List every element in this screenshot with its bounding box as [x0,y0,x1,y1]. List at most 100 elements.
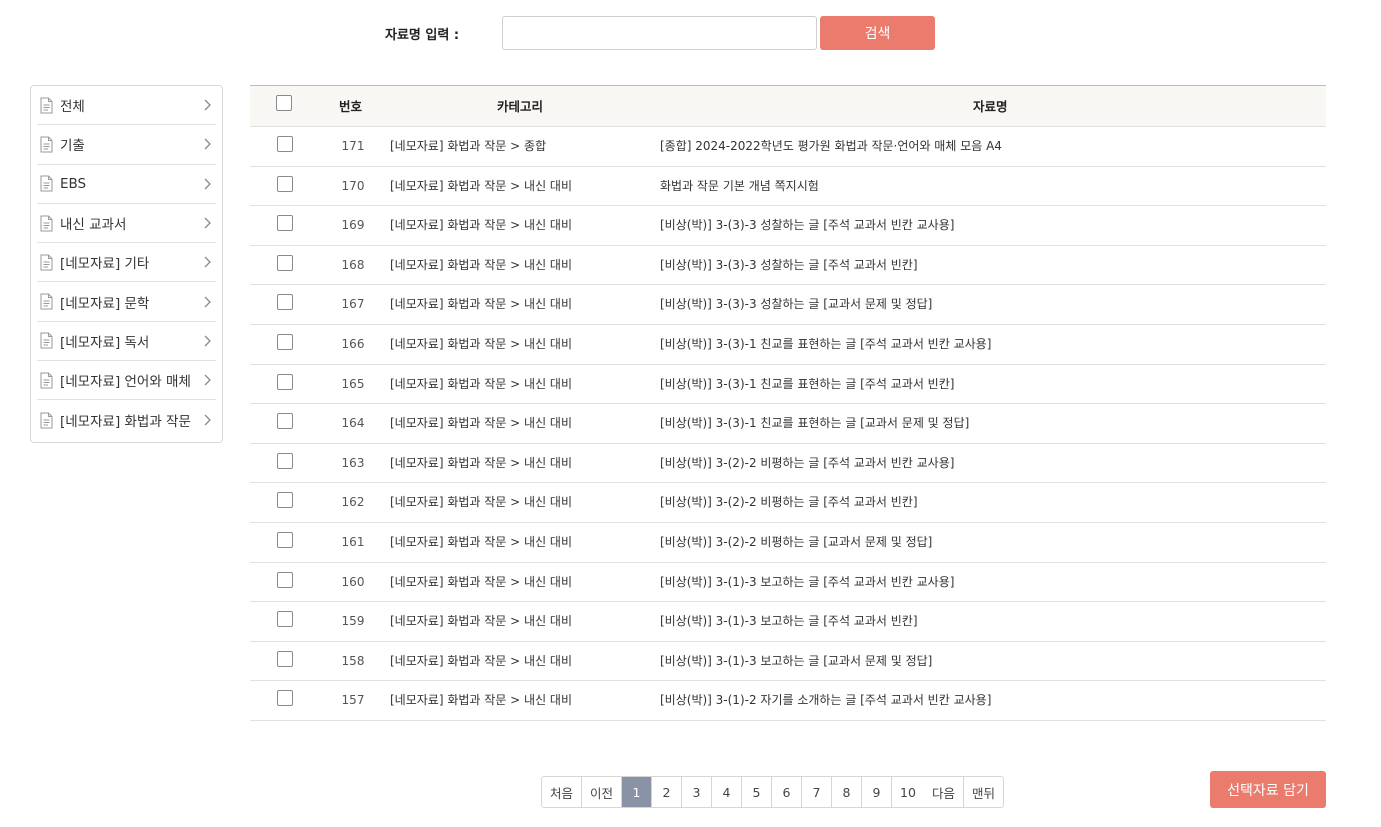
sidebar-item[interactable]: 내신 교과서 [37,204,216,244]
row-checkbox[interactable] [277,373,293,390]
header-category: 카테고리 [497,99,544,114]
document-icon [40,254,53,271]
page-number-button[interactable]: 9 [862,777,893,807]
sidebar-item[interactable]: [네모자료] 독서 [37,322,216,362]
sidebar-item-label: [네모자료] 문학 [60,295,150,312]
table-row: 166 [네모자료] 화법과 작문 > 내신 대비 [비상(박)] 3-(3)-1 … [250,325,1326,365]
row-number: 163 [341,455,365,470]
row-name-link[interactable]: [비상(박)] 3-(3)-3 성찰하는 글 [주석 교과서 빈칸 교사용] [660,206,954,246]
page-last-button[interactable]: 맨뒤 [963,777,1003,807]
row-category: [네모자료] 화법과 작문 > 내신 대비 [390,574,573,589]
chevron-right-icon [204,138,211,150]
row-category: [네모자료] 화법과 작문 > 내신 대비 [390,218,573,233]
sidebar-item[interactable]: [네모자료] 화법과 작문 [37,400,216,439]
row-name-link[interactable]: [비상(박)] 3-(3)-1 친교를 표현하는 글 [교과서 문제 및 정답] [660,404,969,444]
row-checkbox[interactable] [277,294,293,311]
document-icon [40,136,53,153]
page-number-button[interactable]: 7 [802,777,833,807]
row-number: 162 [341,495,365,510]
header-number: 번호 [339,99,363,114]
sidebar-item[interactable]: [네모자료] 기타 [37,243,216,283]
row-checkbox[interactable] [277,413,293,430]
row-category: [네모자료] 화법과 작문 > 내신 대비 [390,693,573,708]
row-checkbox[interactable] [277,611,293,628]
row-name-link[interactable]: [비상(박)] 3-(2)-2 비평하는 글 [주석 교과서 빈칸 교사용] [660,444,954,484]
sidebar-item-label: EBS [60,175,87,192]
row-category: [네모자료] 화법과 작문 > 내신 대비 [390,178,573,193]
chevron-right-icon [204,414,211,426]
chevron-right-icon [204,374,211,386]
row-checkbox[interactable] [277,492,293,509]
row-checkbox[interactable] [277,175,293,192]
row-checkbox[interactable] [277,690,293,707]
row-checkbox[interactable] [277,136,293,152]
page-number-button[interactable]: 5 [742,777,773,807]
sidebar-item-label: 기출 [60,138,85,155]
page-first-button[interactable]: 처음 [542,777,583,807]
row-number: 161 [341,534,365,549]
document-icon [40,412,53,429]
row-checkbox[interactable] [277,333,293,350]
page-number-button[interactable]: 4 [712,777,743,807]
sidebar-item-label: [네모자료] 독서 [60,334,150,351]
row-name-link[interactable]: [비상(박)] 3-(1)-3 보고하는 글 [주석 교과서 빈칸] [660,602,918,642]
search-input[interactable] [502,16,817,50]
page-number-button[interactable]: 6 [772,777,803,807]
row-name-link[interactable]: [비상(박)] 3-(1)-3 보고하는 글 [교과서 문제 및 정답] [660,642,932,682]
page-number-button[interactable]: 10 [892,777,924,807]
row-name-link[interactable]: [비상(박)] 3-(1)-2 자기를 소개하는 글 [주석 교과서 빈칸 교사… [660,681,991,721]
table-row: 164 [네모자료] 화법과 작문 > 내신 대비 [비상(박)] 3-(3)-1 … [250,404,1326,444]
row-checkbox[interactable] [277,650,293,667]
row-checkbox[interactable] [277,571,293,588]
row-name-link[interactable]: [비상(박)] 3-(3)-1 친교를 표현하는 글 [주석 교과서 빈칸] [660,365,954,405]
sidebar-item[interactable]: 기출 [37,125,216,165]
chevron-right-icon [204,256,211,268]
row-number: 160 [341,574,365,589]
chevron-right-icon [204,99,211,111]
row-name-link[interactable]: [종합] 2024-2022학년도 평가원 화법과 작문·언어와 매체 모음 A… [660,127,1002,167]
table-header: 번호 카테고리 자료명 [250,85,1326,127]
sidebar-item[interactable]: [네모자료] 언어와 매체 [37,361,216,401]
table-row: 165 [네모자료] 화법과 작문 > 내신 대비 [비상(박)] 3-(3)-1 … [250,365,1326,405]
search-label: 자료명 입력 : [385,28,460,43]
row-number: 168 [341,257,365,272]
row-number: 166 [341,336,365,351]
page-number-button[interactable]: 3 [682,777,713,807]
row-checkbox[interactable] [277,452,293,469]
materials-table: 번호 카테고리 자료명 171 [네모자료] 화법과 작문 > 종합 [종합] 20… [250,85,1326,721]
row-category: [네모자료] 화법과 작문 > 내신 대비 [390,495,573,510]
row-name-link[interactable]: 화법과 작문 기본 개념 쪽지시험 [660,167,819,207]
row-name-link[interactable]: [비상(박)] 3-(3)-3 성찰하는 글 [주석 교과서 빈칸] [660,246,918,286]
page-number-button[interactable]: 8 [832,777,863,807]
page-next-button[interactable]: 다음 [923,777,964,807]
row-category: [네모자료] 화법과 작문 > 내신 대비 [390,534,573,549]
row-name-link[interactable]: [비상(박)] 3-(2)-2 비평하는 글 [주석 교과서 빈칸] [660,483,918,523]
page-number-button[interactable]: 2 [652,777,683,807]
sidebar-item[interactable]: [네모자료] 문학 [37,282,216,322]
table-row: 162 [네모자료] 화법과 작문 > 내신 대비 [비상(박)] 3-(2)-2 … [250,483,1326,523]
sidebar-item-label: [네모자료] 기타 [60,256,150,273]
sidebar-item[interactable]: 전체 [37,86,216,126]
header-name: 자료명 [973,99,1008,114]
chevron-right-icon [204,296,211,308]
row-number: 169 [341,218,365,233]
table-row: 158 [네모자료] 화법과 작문 > 내신 대비 [비상(박)] 3-(1)-3 … [250,642,1326,682]
row-checkbox[interactable] [277,254,293,271]
select-all-checkbox[interactable] [276,95,292,111]
row-name-link[interactable]: [비상(박)] 3-(2)-2 비평하는 글 [교과서 문제 및 정답] [660,523,932,563]
sidebar-item-label: 내신 교과서 [60,217,127,234]
add-selected-button[interactable]: 선택자료 담기 [1210,771,1326,808]
row-name-link[interactable]: [비상(박)] 3-(3)-3 성찰하는 글 [교과서 문제 및 정답] [660,285,932,325]
row-name-link[interactable]: [비상(박)] 3-(1)-3 보고하는 글 [주석 교과서 빈칸 교사용] [660,563,954,603]
sidebar-item[interactable]: EBS [37,165,216,204]
page-prev-button[interactable]: 이전 [582,777,623,807]
search-button[interactable]: 검색 [820,16,935,50]
row-checkbox[interactable] [277,531,293,548]
page-number-button[interactable]: 1 [622,777,653,807]
table-row: 167 [네모자료] 화법과 작문 > 내신 대비 [비상(박)] 3-(3)-3 … [250,285,1326,325]
row-name-link[interactable]: [비상(박)] 3-(3)-1 친교를 표현하는 글 [주석 교과서 빈칸 교사… [660,325,991,365]
table-row: 161 [네모자료] 화법과 작문 > 내신 대비 [비상(박)] 3-(2)-2 … [250,523,1326,563]
row-checkbox[interactable] [277,215,293,232]
row-number: 170 [341,178,365,193]
category-sidebar: 전체기출 EBS 내신 교과서 [네모자료] 기타 [네모자료] 문학 [네모자료] 독서… [30,85,223,443]
